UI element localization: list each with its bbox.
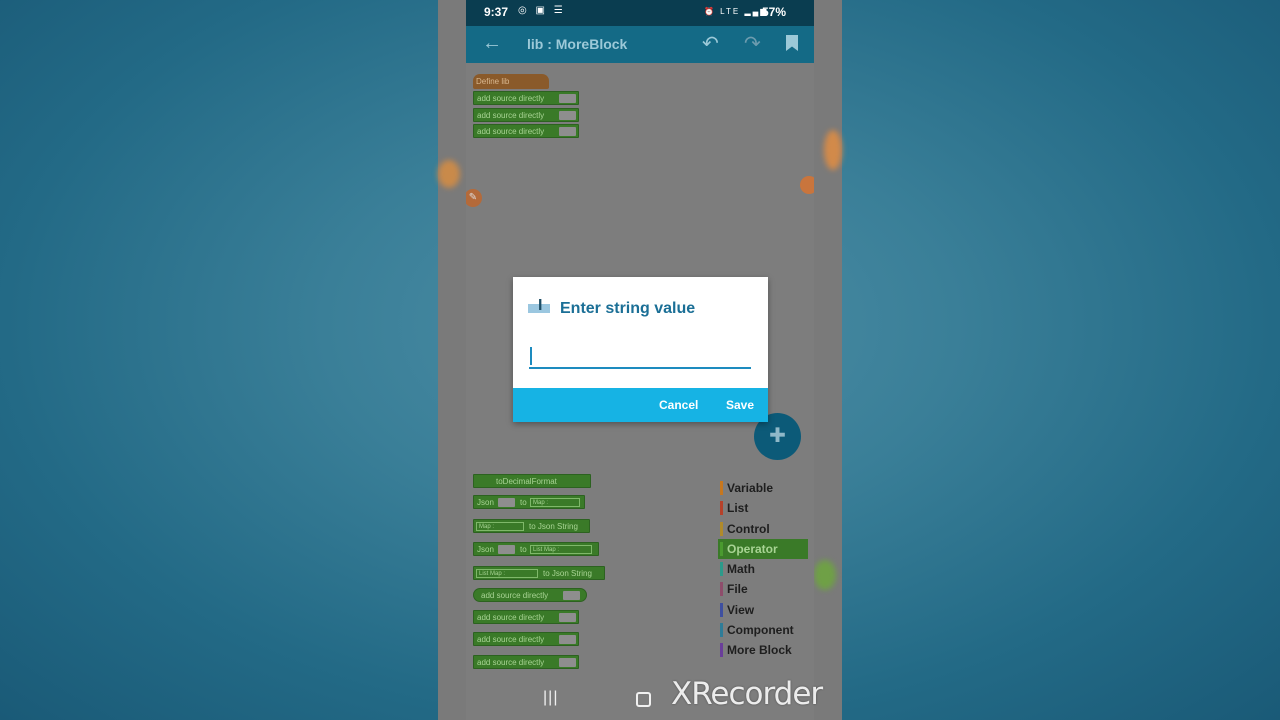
map-dropdown[interactable]: Map : xyxy=(530,498,580,507)
list-map-dropdown[interactable]: List Map : xyxy=(476,569,538,578)
add-source-block[interactable]: add source directly xyxy=(473,588,587,602)
palette-label: Component xyxy=(727,623,794,638)
add-source-block[interactable]: add source directly xyxy=(473,108,579,122)
category-color-bar xyxy=(720,643,723,658)
palette-item-control[interactable]: Control xyxy=(718,519,808,539)
bookmark-icon[interactable] xyxy=(786,35,798,51)
status-bar: 9:37 ◎ ▣ ☰ ⏰ LTE ▂▄▆ 57% xyxy=(466,0,814,26)
block-label: add source directly xyxy=(477,127,545,136)
block-label: Json xyxy=(477,498,494,507)
block-input-slot[interactable] xyxy=(559,94,576,103)
status-time: 9:37 xyxy=(484,5,509,19)
json-to-map-block[interactable]: Json to Map : xyxy=(473,495,585,509)
block-label: to xyxy=(520,545,527,554)
block-input-slot[interactable] xyxy=(559,658,576,667)
to-decimal-block[interactable]: toDecimalFormat xyxy=(473,474,591,488)
category-color-bar xyxy=(720,481,723,495)
block-label: add source directly xyxy=(481,591,549,600)
block-label: add source directly xyxy=(477,94,545,103)
add-source-block[interactable]: add source directly xyxy=(473,610,579,624)
json-to-listmap-block[interactable]: Json to List Map : xyxy=(473,542,599,556)
palette-item-list[interactable]: List xyxy=(718,498,808,518)
palette-label: View xyxy=(727,602,755,617)
listmap-to-json-block[interactable]: List Map : to Json String xyxy=(473,566,605,580)
background-blob xyxy=(814,560,836,590)
palette-item-more-block[interactable]: More Block xyxy=(718,640,808,660)
palette-label: List xyxy=(727,501,749,516)
home-icon[interactable] xyxy=(636,692,651,707)
list-map-dropdown[interactable]: List Map : xyxy=(530,545,592,554)
dialog-title: Enter string value xyxy=(560,300,696,317)
block-label: add source directly xyxy=(477,111,545,120)
palette-item-component[interactable]: Component xyxy=(718,620,808,640)
recorder-watermark: XRecorder xyxy=(671,676,823,712)
category-color-bar xyxy=(720,562,723,577)
block-input-slot[interactable] xyxy=(498,498,515,507)
block-input-slot[interactable] xyxy=(563,591,580,600)
block-label: Json xyxy=(477,545,494,554)
notification-icons: ◎ ▣ ☰ xyxy=(518,5,566,16)
palette-label: Math xyxy=(727,562,755,577)
palette-label: Operator xyxy=(727,541,778,556)
text-cursor-icon: I xyxy=(528,297,550,316)
frame-pillar-left xyxy=(438,0,466,720)
define-block-label: Define lib xyxy=(476,77,510,86)
palette-item-file[interactable]: File xyxy=(718,579,808,599)
input-caret xyxy=(530,347,532,365)
palette-item-variable[interactable]: Variable xyxy=(718,478,808,498)
block-label: toDecimalFormat xyxy=(496,477,557,486)
app-bar: ← lib : MoreBlock ↶ ↷ xyxy=(466,26,814,63)
palette-label: More Block xyxy=(727,643,792,658)
add-source-block[interactable]: add source directly xyxy=(473,632,579,646)
add-source-block[interactable]: add source directly xyxy=(473,655,579,669)
block-input-slot[interactable] xyxy=(559,613,576,622)
background-blob xyxy=(438,160,460,188)
app-bar-title: lib : MoreBlock xyxy=(527,36,628,52)
arrow-left-icon[interactable]: ← xyxy=(482,32,502,55)
block-label: add source directly xyxy=(477,635,545,644)
map-dropdown[interactable]: Map : xyxy=(476,522,524,531)
category-color-bar xyxy=(720,582,723,597)
string-value-dialog: I Enter string value Cancel Save xyxy=(513,277,768,422)
palette-label: Control xyxy=(727,521,770,536)
category-color-bar xyxy=(720,501,723,516)
puzzle-icon: ✚ xyxy=(769,425,786,447)
palette-label: Variable xyxy=(727,481,774,495)
block-input-slot[interactable] xyxy=(559,127,576,136)
palette-item-math[interactable]: Math xyxy=(718,559,808,579)
palette-item-operator[interactable]: Operator xyxy=(718,538,808,560)
dialog-actions: Cancel Save xyxy=(513,388,768,422)
battery-level: 57% xyxy=(762,5,787,19)
block-input-slot[interactable] xyxy=(559,635,576,644)
define-block[interactable]: Define lib xyxy=(473,74,549,89)
map-to-json-block[interactable]: Map : to Json String xyxy=(473,519,590,533)
background-blob xyxy=(824,130,842,170)
palette-label: File xyxy=(727,582,748,597)
category-color-bar xyxy=(720,623,723,638)
recent-apps-icon[interactable]: ||| xyxy=(543,689,558,707)
palette-item-view[interactable]: View xyxy=(718,600,808,620)
block-input-slot[interactable] xyxy=(498,545,515,554)
undo-icon[interactable]: ↶ xyxy=(702,31,719,56)
i-beam-glyph: I xyxy=(538,297,543,314)
save-button[interactable]: Save xyxy=(726,398,754,412)
add-source-block[interactable]: add source directly xyxy=(473,124,579,138)
category-palette: Variable List Control Operator Math File… xyxy=(718,478,808,661)
add-source-block[interactable]: add source directly xyxy=(473,91,579,105)
side-handle-icon[interactable] xyxy=(800,176,814,194)
frame-pillar-right xyxy=(814,0,842,720)
block-label: to Json String xyxy=(529,522,578,531)
redo-icon[interactable]: ↷ xyxy=(744,31,761,56)
block-label: to xyxy=(520,498,527,507)
block-label: to Json String xyxy=(543,569,592,578)
block-label: add source directly xyxy=(477,658,545,667)
block-label: add source directly xyxy=(477,613,545,622)
category-color-bar xyxy=(720,602,723,617)
block-input-slot[interactable] xyxy=(559,111,576,120)
signal-icon: ⏰ LTE ▂▄▆ xyxy=(704,7,769,16)
string-value-input[interactable] xyxy=(529,342,751,369)
category-color-bar xyxy=(720,541,723,556)
category-color-bar xyxy=(720,521,723,536)
cancel-button[interactable]: Cancel xyxy=(659,398,698,412)
